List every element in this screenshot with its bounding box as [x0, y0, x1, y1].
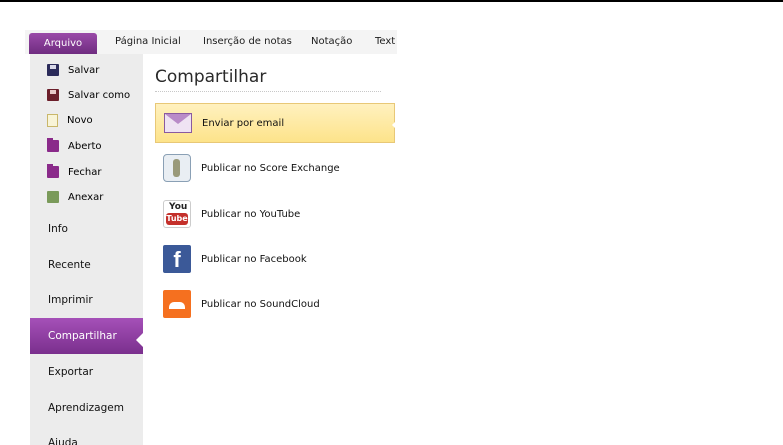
share-item-label: Publicar no YouTube [201, 208, 301, 220]
share-score-exchange-item[interactable]: Publicar no Score Exchange [155, 148, 395, 188]
command-label: Anexar [68, 191, 104, 203]
sidebar-item-recente[interactable]: Recente [30, 247, 143, 283]
title-divider [155, 91, 381, 92]
sidebar-item-exportar[interactable]: Exportar [30, 354, 143, 390]
share-email-item[interactable]: Enviar por email [155, 103, 395, 143]
top-border [0, 0, 783, 2]
share-facebook-item[interactable]: f Publicar no Facebook [155, 239, 395, 279]
sidebar-item-imprimir[interactable]: Imprimir [30, 282, 143, 318]
close-folder-icon [47, 164, 59, 178]
backstage-sidebar: Salvar Salvar como Novo Aberto Fechar An… [30, 54, 143, 445]
share-item-label: Enviar por email [202, 117, 285, 129]
aberto-command[interactable]: Aberto [30, 135, 143, 157]
tab-text[interactable]: Text [375, 30, 395, 54]
page-title: Compartilhar [155, 67, 267, 87]
score-exchange-icon [163, 154, 191, 182]
sidebar-item-compartilhar[interactable]: Compartilhar [30, 318, 143, 354]
soundcloud-icon [163, 290, 191, 318]
youtube-logo-you: You [169, 202, 188, 212]
tab-notacao[interactable]: Notação [311, 30, 352, 54]
save-as-icon [47, 89, 59, 101]
youtube-logo-tube: Tube [166, 213, 188, 225]
anexar-command[interactable]: Anexar [30, 186, 143, 208]
command-label: Salvar [68, 64, 100, 76]
share-soundcloud-item[interactable]: Publicar no SoundCloud [155, 284, 395, 324]
tab-arquivo[interactable]: Arquivo [29, 33, 97, 54]
save-icon [47, 64, 59, 76]
fechar-command[interactable]: Fechar [30, 161, 143, 183]
share-item-label: Publicar no Score Exchange [201, 162, 340, 174]
sidebar-item-aprendizagem[interactable]: Aprendizagem [30, 390, 143, 426]
command-label: Salvar como [68, 89, 131, 101]
youtube-icon: You Tube [163, 200, 191, 228]
share-youtube-item[interactable]: You Tube Publicar no YouTube [155, 194, 395, 234]
salvar-command[interactable]: Salvar [30, 59, 143, 81]
open-folder-icon [47, 138, 59, 152]
command-label: Fechar [68, 166, 102, 178]
facebook-icon: f [163, 245, 191, 273]
command-label: Aberto [68, 140, 102, 152]
sidebar-item-info[interactable]: Info [30, 211, 143, 247]
novo-command[interactable]: Novo [30, 109, 143, 131]
salvar-como-command[interactable]: Salvar como [30, 84, 143, 106]
new-document-icon [47, 113, 58, 127]
tab-insercao-de-notas[interactable]: Inserção de notas [203, 30, 292, 54]
email-icon [164, 113, 192, 133]
tab-pagina-inicial[interactable]: Página Inicial [115, 30, 181, 54]
share-item-label: Publicar no SoundCloud [201, 298, 320, 310]
active-indicator [136, 332, 144, 348]
share-item-label: Publicar no Facebook [201, 253, 307, 265]
attach-icon [47, 191, 59, 203]
command-label: Novo [67, 114, 93, 126]
ribbon-tab-strip: Arquivo Página Inicial Inserção de notas… [25, 30, 397, 54]
selection-indicator [392, 119, 398, 131]
sidebar-item-ajuda[interactable]: Ajuda [30, 425, 143, 445]
